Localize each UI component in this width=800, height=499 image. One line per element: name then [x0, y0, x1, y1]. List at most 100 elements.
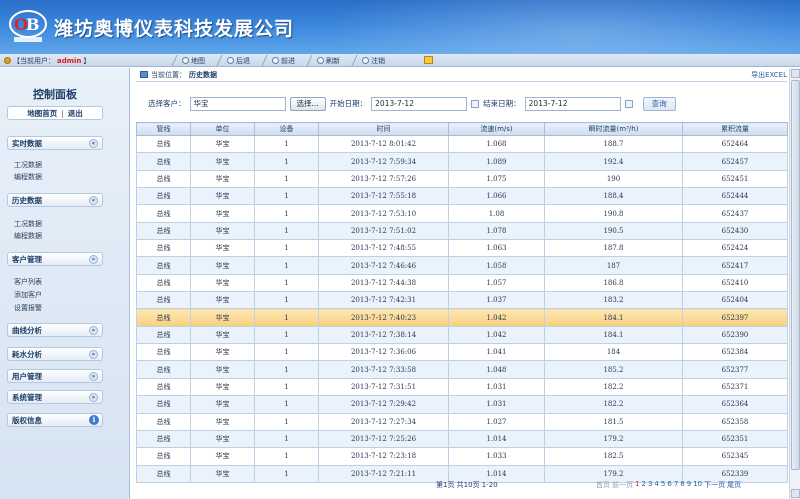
info-icon[interactable]: i — [89, 415, 99, 425]
scroll-up-arrow-icon[interactable] — [791, 69, 800, 78]
column-header[interactable]: 管线 — [136, 122, 191, 136]
calendar-icon[interactable] — [624, 99, 633, 108]
table-cell: 187.8 — [544, 239, 683, 258]
column-header[interactable]: 单位 — [190, 122, 255, 136]
sidebar-group-realtime[interactable]: 实时数据 « — [7, 136, 103, 150]
query-button[interactable]: 查询 — [642, 96, 676, 111]
chevron-expand-icon[interactable]: » — [89, 372, 98, 381]
export-excel-link[interactable]: 导出EXCEL — [751, 70, 787, 80]
scroll-thumb[interactable] — [791, 80, 800, 470]
sidebar-item-history-program[interactable]: 编程数据 — [14, 231, 42, 242]
table-cell: 190.8 — [544, 204, 683, 223]
table-row[interactable]: 总线 华宝 1 2013-7-12 7:48:55 1.063 187.8 652424 — [136, 239, 788, 258]
table-row[interactable]: 总线 华宝 1 2013-7-12 7:51:02 1.078 190.5 652430 — [136, 221, 788, 241]
page-number-link[interactable]: 1 — [635, 480, 639, 490]
back-button[interactable]: 后退 — [217, 55, 262, 66]
table-row[interactable]: 总线 华宝 1 2013-7-12 7:33:58 1.048 185.2 652377 — [136, 360, 788, 379]
table-row[interactable]: 总线 华宝 1 2013-7-12 7:31:51 1.031 182.2 652371 — [136, 377, 788, 397]
table-row[interactable]: 总线 华宝 1 2013-7-12 7:42:31 1.037 183.2 652404 — [136, 291, 788, 310]
table-cell: 652430 — [682, 221, 788, 241]
customer-input[interactable]: 华宝 — [189, 96, 286, 111]
sidebar-item-history-working[interactable]: 工况数据 — [14, 219, 42, 230]
sidebar-home-link[interactable]: 地图首页 — [27, 108, 57, 119]
page-number-link[interactable]: 9 — [687, 480, 691, 490]
table-cell: 1 — [254, 447, 319, 466]
chevron-collapse-icon[interactable]: « — [89, 255, 98, 264]
column-header[interactable]: 流速(m/s) — [448, 122, 545, 136]
table-row[interactable]: 总线 华宝 1 2013-7-12 7:59:34 1.089 192.4 652457 — [136, 152, 788, 171]
company-name: 潍坊奥博仪表科技发展公司 — [54, 18, 295, 40]
sidebar-group-customer[interactable]: 客户管理 « — [7, 252, 103, 266]
page-number-link[interactable]: 7 — [674, 480, 678, 490]
table-row[interactable]: 总线 华宝 1 2013-7-12 7:25:26 1.014 179.2 652351 — [136, 429, 788, 449]
page-number-link[interactable]: 10 — [693, 480, 702, 490]
table-row[interactable]: 总线 华宝 1 2013-7-12 7:53:10 1.08 190.8 652437 — [136, 204, 788, 223]
table-cell: 华宝 — [190, 187, 255, 206]
sidebar-group-copyright[interactable]: 版权信息 i — [7, 413, 103, 427]
sidebar-item-customer-list[interactable]: 客户列表 — [14, 277, 42, 288]
table-row[interactable]: 总线 华宝 1 2013-7-12 7:44:38 1.057 186.8 652410 — [136, 273, 788, 293]
last-page-link[interactable]: 尾页 — [727, 480, 741, 490]
table-cell: 188.7 — [544, 134, 683, 154]
chevron-expand-icon[interactable]: » — [89, 350, 98, 359]
chevron-expand-icon[interactable]: » — [89, 326, 98, 335]
page-number-link[interactable]: 6 — [667, 480, 671, 490]
table-row[interactable]: 总线 华宝 1 2013-7-12 7:23:18 1.033 182.5 652345 — [136, 447, 788, 466]
table-cell: 总线 — [136, 134, 191, 154]
page-number-link[interactable]: 2 — [641, 480, 645, 490]
table-cell: 华宝 — [190, 412, 255, 431]
next-page-link[interactable]: 下一页 — [704, 480, 725, 490]
sidebar-group-users[interactable]: 用户管理 » — [7, 369, 103, 383]
select-customer-button[interactable]: 选择... — [289, 96, 326, 111]
page-number-link[interactable]: 8 — [680, 480, 684, 490]
sidebar-item-realtime-working[interactable]: 工况数据 — [14, 160, 42, 171]
gear-icon — [4, 57, 11, 64]
table-row[interactable]: 总线 华宝 1 2013-7-12 7:36:06 1.041 184 652384 — [136, 343, 788, 362]
chevron-collapse-icon[interactable]: « — [89, 196, 98, 205]
forward-button-label: 前进 — [281, 56, 295, 65]
table-row[interactable]: 总线 华宝 1 2013-7-12 7:27:34 1.027 181.5 652358 — [136, 412, 788, 431]
table-cell: 652351 — [682, 429, 788, 449]
table-row[interactable]: 总线 华宝 1 2013-7-12 7:29:42 1.031 182.2 652364 — [136, 395, 788, 414]
sidebar-logout-link[interactable]: 退出 — [68, 108, 83, 119]
chevron-collapse-icon[interactable]: « — [89, 139, 98, 148]
chevron-expand-icon[interactable]: » — [89, 393, 98, 402]
sidebar-item-add-customer[interactable]: 添加客户 — [14, 290, 42, 301]
table-cell: 652390 — [682, 325, 788, 345]
page-number-link[interactable]: 5 — [661, 480, 665, 490]
column-header[interactable]: 瞬时流量(m³/h) — [544, 122, 683, 136]
vertical-scrollbar[interactable] — [789, 68, 800, 499]
mail-icon[interactable] — [424, 56, 433, 64]
sidebar-group-curve[interactable]: 曲线分析 » — [7, 323, 103, 337]
sidebar-item-set-alarm[interactable]: 设置报警 — [14, 303, 42, 314]
column-header[interactable]: 设备 — [254, 122, 319, 136]
table-row[interactable]: 总线 华宝 1 2013-7-12 7:46:46 1.058 187 652417 — [136, 256, 788, 275]
table-row[interactable]: 总线 华宝 1 2013-7-12 7:55:18 1.066 188.4 652444 — [136, 187, 788, 206]
prev-page-link[interactable]: 前一页 — [612, 480, 633, 490]
logout-button[interactable]: 注销 — [352, 55, 397, 66]
column-header[interactable]: 累积流量 — [682, 122, 788, 136]
map-button-label: 地图 — [191, 56, 205, 65]
column-header[interactable]: 时间 — [318, 122, 449, 136]
start-date-input[interactable]: 2013-7-12 — [371, 96, 468, 111]
table-cell: 1.058 — [448, 256, 545, 275]
page-number-link[interactable]: 3 — [648, 480, 652, 490]
sidebar-group-history[interactable]: 历史数据 « — [7, 193, 103, 207]
table-row[interactable]: 总线 华宝 1 2013-7-12 7:40:23 1.042 184.1 652397 — [136, 308, 788, 327]
first-page-link[interactable]: 首页 — [596, 480, 610, 490]
sidebar-item-realtime-program[interactable]: 编程数据 — [14, 172, 42, 183]
table-row[interactable]: 总线 华宝 1 2013-7-12 8:01:42 1.068 188.7 652464 — [136, 134, 788, 154]
table-row[interactable]: 总线 华宝 1 2013-7-12 7:57:26 1.075 190 652451 — [136, 169, 788, 189]
scroll-down-arrow-icon[interactable] — [791, 489, 800, 498]
table-cell: 190.5 — [544, 221, 683, 241]
end-date-input[interactable]: 2013-7-12 — [524, 96, 621, 111]
sidebar-group-system[interactable]: 系统管理 » — [7, 390, 103, 404]
map-button[interactable]: 地图 — [172, 55, 217, 66]
table-cell: 2013-7-12 8:01:42 — [318, 134, 449, 154]
sidebar-group-water[interactable]: 耗水分析 » — [7, 347, 103, 361]
calendar-icon[interactable] — [471, 99, 480, 108]
table-row[interactable]: 总线 华宝 1 2013-7-12 7:38:14 1.042 184.1 652390 — [136, 325, 788, 345]
forward-button[interactable]: 前进 — [262, 55, 307, 66]
refresh-button[interactable]: 刷新 — [307, 55, 352, 66]
page-number-link[interactable]: 4 — [654, 480, 658, 490]
